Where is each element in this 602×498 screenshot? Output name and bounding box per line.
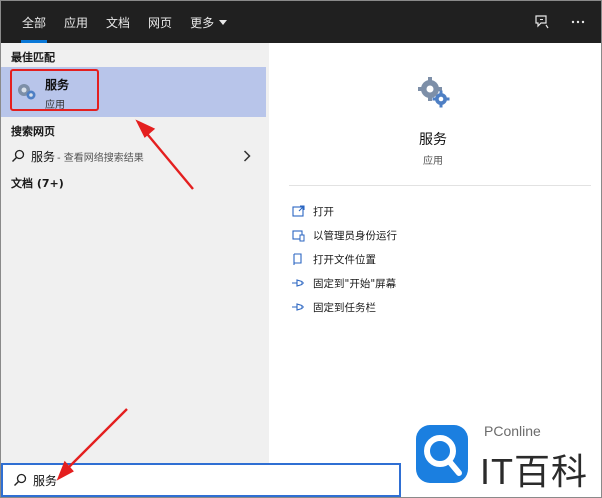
detail-title: 服务 bbox=[419, 132, 447, 148]
web-search-term: 服务 bbox=[31, 149, 56, 164]
best-match-heading: 最佳匹配 bbox=[11, 51, 55, 64]
tab-web[interactable]: 网页 bbox=[139, 1, 181, 43]
tab-apps[interactable]: 应用 bbox=[55, 1, 97, 43]
pconline-logo-icon bbox=[416, 425, 468, 483]
watermark-brand: PConline bbox=[484, 423, 541, 439]
start-menu-search-window: 全部 应用 文档 网页 更多 最佳匹配 服务 应用 搜索网页 服务 - 查看网络… bbox=[0, 0, 602, 498]
pin-icon bbox=[291, 276, 305, 290]
chevron-down-icon bbox=[219, 19, 228, 25]
detail-panel: 服务 应用 打开 以管理员身份运行 打开文件位置 固定到"开始"屏幕 固定到任务… bbox=[275, 49, 601, 463]
action-pin-to-taskbar[interactable]: 固定到任务栏 bbox=[291, 297, 376, 317]
search-filter-bar: 全部 应用 文档 网页 更多 bbox=[1, 1, 601, 43]
web-search-hint: - 查看网络搜索结果 bbox=[57, 152, 144, 164]
watermark-name: IT百科 bbox=[480, 451, 588, 492]
search-web-heading: 搜索网页 bbox=[11, 125, 55, 138]
pin-icon bbox=[291, 300, 305, 314]
pconline-watermark: PConline IT百科 bbox=[404, 413, 600, 497]
annotation-highlight-box bbox=[10, 69, 99, 111]
tab-documents[interactable]: 文档 bbox=[97, 1, 139, 43]
feedback-icon bbox=[535, 15, 549, 29]
tab-more[interactable]: 更多 bbox=[181, 1, 236, 43]
ellipsis-icon bbox=[571, 20, 585, 24]
file-location-icon bbox=[291, 252, 305, 266]
search-input[interactable] bbox=[33, 473, 353, 487]
open-window-icon bbox=[291, 204, 305, 218]
action-pin-to-start[interactable]: 固定到"开始"屏幕 bbox=[291, 273, 396, 293]
feedback-button[interactable] bbox=[533, 13, 551, 31]
action-open-file-location[interactable]: 打开文件位置 bbox=[291, 249, 376, 269]
detail-subtitle: 应用 bbox=[423, 156, 443, 167]
tab-all[interactable]: 全部 bbox=[13, 1, 55, 43]
documents-heading[interactable]: 文档 (7+) bbox=[11, 175, 64, 191]
services-gear-icon bbox=[417, 75, 451, 113]
chevron-right-icon[interactable] bbox=[242, 149, 252, 163]
web-search-result[interactable]: 服务 - 查看网络搜索结果 bbox=[1, 143, 266, 169]
action-open[interactable]: 打开 bbox=[291, 201, 334, 221]
more-options-button[interactable] bbox=[569, 13, 587, 31]
shield-admin-icon bbox=[291, 228, 305, 242]
action-run-as-admin[interactable]: 以管理员身份运行 bbox=[291, 225, 397, 245]
detail-divider bbox=[289, 185, 591, 186]
top-right-actions bbox=[533, 1, 587, 43]
search-icon bbox=[14, 473, 27, 486]
search-icon bbox=[12, 149, 25, 162]
search-box[interactable] bbox=[1, 463, 401, 497]
results-panel: 最佳匹配 服务 应用 搜索网页 服务 - 查看网络搜索结果 文档 (7+) bbox=[1, 43, 269, 463]
